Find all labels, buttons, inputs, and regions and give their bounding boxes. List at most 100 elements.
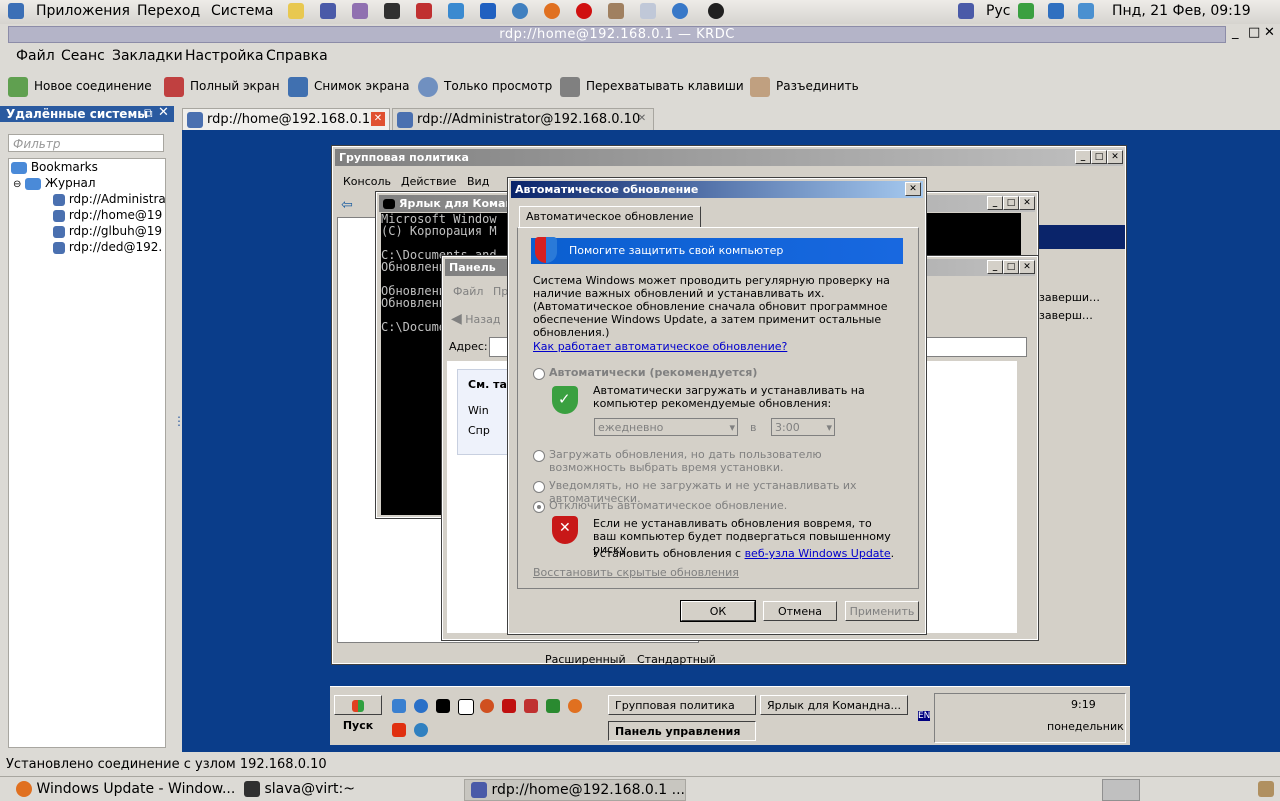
terminal-launcher-icon[interactable]: [384, 3, 400, 19]
gp-menu-console[interactable]: Консоль: [343, 175, 391, 188]
menu-settings[interactable]: Настройка: [185, 48, 264, 64]
globe-quicklaunch-icon[interactable]: [414, 723, 428, 737]
opera-launcher-icon[interactable]: [576, 3, 592, 19]
back-arrow-icon[interactable]: ⇦: [341, 197, 353, 213]
task-cmd[interactable]: Ярлык для Командна...: [760, 695, 908, 715]
history-item[interactable]: rdp://ded@192.: [53, 240, 162, 254]
cmd-scrollbar[interactable]: [1021, 213, 1037, 253]
gp-tab-extended[interactable]: Расширенный: [545, 653, 626, 666]
text-editor-launcher-icon[interactable]: [288, 3, 304, 19]
close-icon[interactable]: ✕: [1264, 25, 1275, 40]
history-item[interactable]: rdp://Administra: [53, 192, 165, 206]
menu-bookmarks[interactable]: Закладки: [112, 48, 183, 64]
krdc-launcher-icon[interactable]: [320, 3, 336, 19]
radio-download[interactable]: [533, 450, 545, 462]
view-only-button[interactable]: Только просмотр: [418, 76, 552, 97]
filter-input[interactable]: Фильтр: [8, 134, 164, 152]
grab-keys-button[interactable]: Перехватывать клавиши: [560, 76, 744, 97]
schedule-day-select[interactable]: ежедневно ▾: [594, 418, 738, 436]
float-icon[interactable]: ⧉: [144, 106, 153, 121]
firefox-quicklaunch-icon[interactable]: [568, 699, 582, 713]
task-group-policy[interactable]: Групповая политика: [608, 695, 756, 715]
tab-close-icon[interactable]: ✕: [635, 112, 649, 126]
cp-back-button[interactable]: ◀ Назад: [451, 311, 501, 327]
cancel-button[interactable]: Отмена: [763, 601, 837, 621]
krdc-tray-icon[interactable]: [958, 3, 974, 19]
cmd-quicklaunch-icon[interactable]: [436, 699, 450, 713]
radio-notify[interactable]: [533, 481, 545, 493]
app-quicklaunch-icon[interactable]: [480, 699, 494, 713]
fullscreen-button[interactable]: Полный экран: [164, 76, 280, 97]
monitor-launcher-icon[interactable]: [480, 3, 496, 19]
gp-menu-view[interactable]: Вид: [467, 175, 489, 188]
tab-close-icon[interactable]: ✕: [371, 112, 385, 126]
minimize-icon[interactable]: _: [987, 196, 1003, 210]
history-item[interactable]: rdp://home@19: [53, 208, 162, 222]
desktop-quicklaunch-icon[interactable]: [392, 699, 406, 713]
menu-system[interactable]: Система: [211, 3, 273, 19]
screenshot-button[interactable]: Снимок экрана: [288, 76, 409, 97]
radio-auto[interactable]: [533, 368, 545, 380]
tab-administrator[interactable]: rdp://Administrator@192.168.0.10 ✕: [392, 108, 654, 130]
task-terminal[interactable]: slava@virt:~: [244, 779, 355, 799]
minimize-icon[interactable]: _: [987, 260, 1003, 274]
filezilla-quicklaunch-icon[interactable]: [392, 723, 406, 737]
menu-help[interactable]: Справка: [266, 48, 328, 64]
thunderbird-launcher-icon[interactable]: [512, 3, 528, 19]
close-icon[interactable]: ✕: [1019, 260, 1035, 274]
task-krdc[interactable]: rdp://home@192.168.0.1 ...: [464, 779, 686, 801]
browser-launcher-icon[interactable]: [672, 3, 688, 19]
close-icon[interactable]: ✕: [1107, 150, 1123, 164]
menu-places[interactable]: Переход: [137, 3, 200, 19]
menu-applications[interactable]: Приложения: [36, 3, 130, 19]
keyboard-layout-indicator[interactable]: Рус: [986, 3, 1010, 19]
app2-quicklaunch-icon[interactable]: [524, 699, 538, 713]
minimize-icon[interactable]: _: [1232, 25, 1239, 40]
new-connection-button[interactable]: Новое соединение: [8, 76, 152, 97]
close-icon[interactable]: ✕: [1019, 196, 1035, 210]
windows-update-link[interactable]: веб-узла Windows Update: [745, 547, 891, 560]
clipboard-tray-icon[interactable]: [1078, 3, 1094, 19]
close-icon[interactable]: ✕: [905, 182, 921, 196]
cp-menu-file[interactable]: Файл: [453, 285, 483, 298]
au-tab[interactable]: Автоматическое обновление: [519, 206, 701, 227]
update-tray-icon[interactable]: [1048, 3, 1064, 19]
maximize-icon[interactable]: □: [1248, 25, 1260, 40]
clock[interactable]: Пнд, 21 Фев, 09:19: [1112, 3, 1251, 19]
ok-button[interactable]: ОК: [680, 600, 756, 622]
cp-menu-other[interactable]: Пр: [493, 285, 508, 298]
see-also-link[interactable]: Win: [468, 404, 489, 417]
gnucash-launcher-icon[interactable]: [640, 3, 656, 19]
network-tray-icon[interactable]: [1018, 3, 1034, 19]
tree-history[interactable]: ⊖ Журнал: [13, 176, 96, 190]
schedule-time-select[interactable]: 3:00 ▾: [771, 418, 835, 436]
network-launcher-icon[interactable]: [448, 3, 464, 19]
remote-desktop[interactable]: Групповая политика _ □ ✕ Консоль Действи…: [182, 130, 1280, 752]
firefox-launcher-icon[interactable]: [544, 3, 560, 19]
trash-icon[interactable]: [1258, 781, 1274, 797]
workspace-switcher[interactable]: [1102, 779, 1140, 801]
acrobat-quicklaunch-icon[interactable]: [502, 699, 516, 713]
gp-right-item[interactable]: заверш…: [1039, 309, 1093, 322]
maximize-icon[interactable]: □: [1003, 196, 1019, 210]
gimp-launcher-icon[interactable]: [608, 3, 624, 19]
remote-desktop-launcher-icon[interactable]: [416, 3, 432, 19]
history-item[interactable]: rdp://glbuh@19: [53, 224, 162, 238]
gp-menu-action[interactable]: Действие: [401, 175, 456, 188]
apply-button[interactable]: Применить: [845, 601, 919, 621]
see-also-link[interactable]: Спр: [468, 424, 490, 437]
app3-quicklaunch-icon[interactable]: [546, 699, 560, 713]
tree-bookmarks[interactable]: Bookmarks: [11, 160, 98, 174]
media-player-launcher-icon[interactable]: [708, 3, 724, 19]
radio-off[interactable]: [533, 501, 545, 513]
restore-hidden-link[interactable]: Восстановить скрытые обновления: [533, 566, 739, 579]
start-button[interactable]: Пуск: [334, 695, 382, 732]
disconnect-button[interactable]: Разъединить: [750, 76, 859, 97]
maximize-icon[interactable]: □: [1003, 260, 1019, 274]
lang-indicator[interactable]: EN: [918, 711, 931, 721]
tab-home[interactable]: rdp://home@192.168.0.1 ✕: [182, 108, 390, 130]
7zip-quicklaunch-icon[interactable]: [458, 699, 474, 715]
minimize-icon[interactable]: _: [1075, 150, 1091, 164]
task-control-panel[interactable]: Панель управления: [608, 721, 756, 741]
menu-file[interactable]: Файл: [16, 48, 55, 64]
